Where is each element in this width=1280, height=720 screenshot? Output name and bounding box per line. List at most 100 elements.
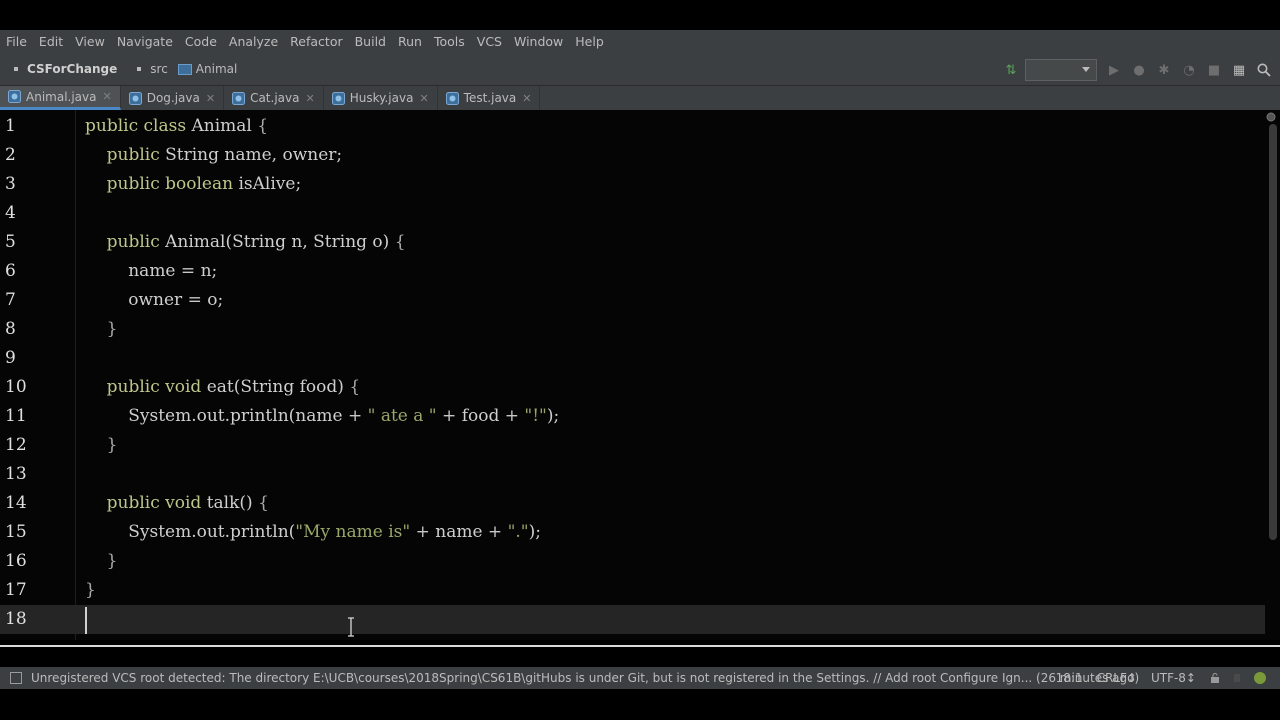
line-number: 7 [5, 290, 16, 310]
line-number: 8 [5, 319, 16, 339]
breadcrumb-project[interactable]: CSForChange [14, 62, 117, 76]
code-line[interactable]: 16 } [0, 547, 1265, 576]
caret-position[interactable]: 18:1 [1056, 671, 1083, 685]
code-line[interactable]: 11 System.out.println(name + " ate a " +… [0, 402, 1265, 431]
code-token: "!" [524, 406, 547, 426]
menu-code[interactable]: Code [179, 34, 223, 49]
code-text: public void talk() { [85, 489, 269, 518]
code-line[interactable]: 2 public String name, owner; [0, 141, 1265, 170]
code-line[interactable]: 6 name = n; [0, 257, 1265, 286]
code-token: Animal [191, 116, 258, 136]
code-token: "." [507, 522, 529, 542]
menu-help[interactable]: Help [569, 34, 610, 49]
tab-label: Dog.java [146, 91, 200, 105]
vcs-update-icon[interactable]: ⇅ [1003, 62, 1019, 78]
code-token: String name, owner; [165, 145, 343, 165]
menu-file[interactable]: File [0, 34, 33, 49]
code-editor[interactable]: 1 public class Animal {2 public String na… [0, 110, 1280, 640]
java-file-icon [331, 91, 345, 105]
code-line[interactable]: 14 public void talk() { [0, 489, 1265, 518]
code-line[interactable]: 8 } [0, 315, 1265, 344]
menu-run[interactable]: Run [392, 34, 428, 49]
code-token: + [347, 406, 368, 426]
code-token: = [187, 290, 208, 310]
code-line[interactable]: 18 [0, 605, 1265, 634]
menu-view[interactable]: View [69, 34, 111, 49]
status-message[interactable]: Unregistered VCS root detected: The dire… [31, 671, 1139, 685]
toolbar-icons: ⇅ ▶ ● ✱ ◔ ■ ▦ [994, 59, 1272, 81]
debug-icon[interactable]: ● [1131, 62, 1147, 78]
tab-husky-java[interactable]: Husky.java ✕ [324, 86, 438, 110]
close-tab-icon[interactable]: ✕ [419, 92, 428, 105]
code-line[interactable]: 10 public void eat(String food) { [0, 373, 1265, 402]
close-tab-icon[interactable]: ✕ [305, 92, 314, 105]
menu-analyze[interactable]: Analyze [223, 34, 284, 49]
code-line[interactable]: 9 [0, 344, 1265, 373]
code-text: name = n; [85, 257, 217, 286]
tab-test-java[interactable]: Test.java ✕ [438, 86, 541, 110]
line-separator[interactable]: CRLF↕ [1097, 671, 1137, 685]
close-tab-icon[interactable]: ✕ [102, 90, 111, 103]
line-number: 10 [5, 377, 27, 397]
code-text: public boolean isAlive; [85, 170, 302, 199]
code-token: public boolean [106, 174, 239, 194]
lock-icon[interactable] [1210, 673, 1220, 683]
git-branch-icon[interactable] [1232, 673, 1242, 683]
code-line[interactable]: 17} [0, 576, 1265, 605]
coverage-icon[interactable]: ✱ [1156, 62, 1172, 78]
code-text: } [85, 547, 118, 576]
tab-animal-java[interactable]: Animal.java ✕ [0, 86, 121, 110]
line-number: 6 [5, 261, 16, 281]
smile-icon[interactable] [1254, 672, 1266, 684]
code-token: name [85, 261, 181, 281]
code-token: public [106, 145, 166, 165]
tool-windows-icon[interactable] [10, 672, 22, 684]
profile-icon[interactable]: ◔ [1181, 62, 1197, 78]
code-line[interactable]: 4 [0, 199, 1265, 228]
tab-cat-java[interactable]: Cat.java ✕ [224, 86, 324, 110]
menu-tools[interactable]: Tools [428, 34, 471, 49]
code-line[interactable]: 13 [0, 460, 1265, 489]
code-line[interactable]: 12 } [0, 431, 1265, 460]
close-tab-icon[interactable]: ✕ [522, 92, 531, 105]
code-token: + [415, 522, 436, 542]
code-text: public String name, owner; [85, 141, 343, 170]
vertical-scrollbar[interactable] [1269, 124, 1277, 540]
menu-window[interactable]: Window [508, 34, 569, 49]
code-line[interactable]: 15 System.out.println("My name is" + nam… [0, 518, 1265, 547]
code-token: ); [546, 406, 560, 426]
menu-navigate[interactable]: Navigate [111, 34, 179, 49]
menu-refactor[interactable]: Refactor [284, 34, 348, 49]
code-token: o; [207, 290, 224, 310]
menu-vcs[interactable]: VCS [471, 34, 508, 49]
status-bar: Unregistered VCS root detected: The dire… [0, 667, 1280, 689]
stop-icon[interactable]: ■ [1206, 62, 1222, 78]
code-line[interactable]: 3 public boolean isAlive; [0, 170, 1265, 199]
code-token: " ate a " [367, 406, 443, 426]
run-icon[interactable]: ▶ [1106, 62, 1122, 78]
menu-build[interactable]: Build [349, 34, 392, 49]
code-text: } [85, 431, 118, 460]
file-encoding[interactable]: UTF-8↕ [1151, 671, 1196, 685]
menu-edit[interactable]: Edit [33, 34, 69, 49]
search-icon[interactable] [1256, 62, 1272, 78]
code-text: System.out.println(name + " ate a " + fo… [85, 402, 559, 431]
code-line[interactable]: 5 public Animal(String n, String o) { [0, 228, 1265, 257]
code-token: public class [85, 116, 192, 136]
code-line[interactable]: 7 owner = o; [0, 286, 1265, 315]
project-structure-icon[interactable]: ▦ [1231, 62, 1247, 78]
code-token: public void [106, 377, 207, 397]
breadcrumb-class[interactable]: Animal [177, 62, 237, 76]
line-number: 2 [5, 145, 16, 165]
tab-label: Animal.java [26, 89, 97, 104]
code-line[interactable]: 1 public class Animal { [0, 112, 1265, 141]
class-icon [177, 63, 192, 75]
tab-dog-java[interactable]: Dog.java ✕ [121, 86, 225, 110]
breadcrumb-folder[interactable]: src [137, 62, 168, 76]
close-tab-icon[interactable]: ✕ [206, 92, 215, 105]
run-configuration-select[interactable] [1025, 59, 1097, 81]
